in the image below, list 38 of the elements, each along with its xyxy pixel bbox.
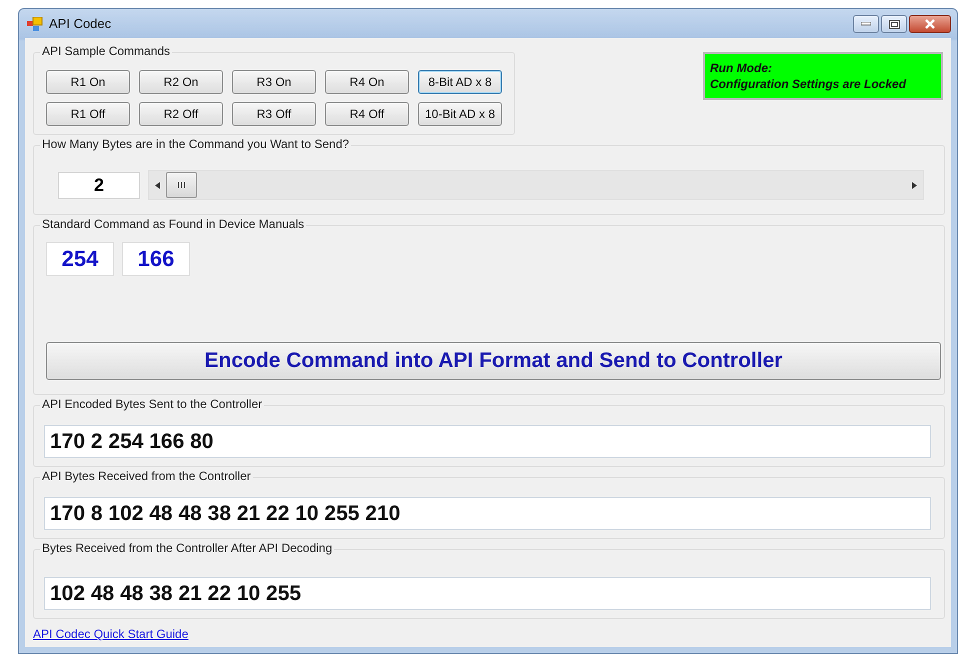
command-button[interactable]: R1 On xyxy=(46,70,130,94)
command-button[interactable]: R1 Off xyxy=(46,102,130,126)
command-button[interactable]: 8-Bit AD x 8 xyxy=(418,70,502,94)
group-title: API Sample Commands xyxy=(40,44,172,58)
group-title: How Many Bytes are in the Command you Want to Send? xyxy=(40,137,352,151)
right-arrow-icon[interactable] xyxy=(912,182,917,188)
command-button[interactable]: R2 Off xyxy=(139,102,223,126)
scroll-thumb[interactable] xyxy=(166,172,197,198)
send-button[interactable]: Encode Command into API Format and Send to Controller xyxy=(46,342,941,380)
close-icon xyxy=(924,19,936,29)
byte-count-field[interactable]: 2 xyxy=(58,172,140,198)
command-button[interactable]: R3 On xyxy=(232,70,316,94)
maximize-button[interactable] xyxy=(881,15,907,33)
app-icon xyxy=(27,16,43,30)
minimize-icon xyxy=(861,22,871,26)
group-title: API Encoded Bytes Sent to the Controller xyxy=(40,397,264,411)
command-button[interactable]: R4 Off xyxy=(325,102,409,126)
group-title: API Bytes Received from the Controller xyxy=(40,469,253,483)
command-button[interactable]: R2 On xyxy=(139,70,223,94)
guide-link[interactable]: API Codec Quick Start Guide xyxy=(33,627,188,641)
maximize-icon xyxy=(888,20,900,28)
grip-icon xyxy=(177,182,186,188)
bytes-field[interactable]: 170 2 254 166 80 xyxy=(44,425,931,458)
command-button[interactable]: 10-Bit AD x 8 xyxy=(418,102,502,126)
window-title: API Codec xyxy=(49,16,112,31)
minimize-button[interactable] xyxy=(853,15,879,33)
status-message: Run Mode: Configuration Settings are Locked xyxy=(703,52,943,100)
close-button[interactable] xyxy=(909,15,951,33)
command-byte-field[interactable]: 166 xyxy=(122,242,190,276)
bytes-field[interactable]: 170 8 102 48 48 38 21 22 10 255 210 xyxy=(44,497,931,530)
group-title: Standard Command as Found in Device Manuals xyxy=(40,217,306,231)
group-title: Bytes Received from the Controller After API Decoding xyxy=(40,541,334,555)
command-button[interactable]: R4 On xyxy=(325,70,409,94)
bytes-field[interactable]: 102 48 48 38 21 22 10 255 xyxy=(44,577,931,610)
command-button[interactable]: R3 Off xyxy=(232,102,316,126)
left-arrow-icon[interactable] xyxy=(155,182,160,188)
command-byte-field[interactable]: 254 xyxy=(46,242,114,276)
scroll-bar[interactable] xyxy=(148,170,924,200)
